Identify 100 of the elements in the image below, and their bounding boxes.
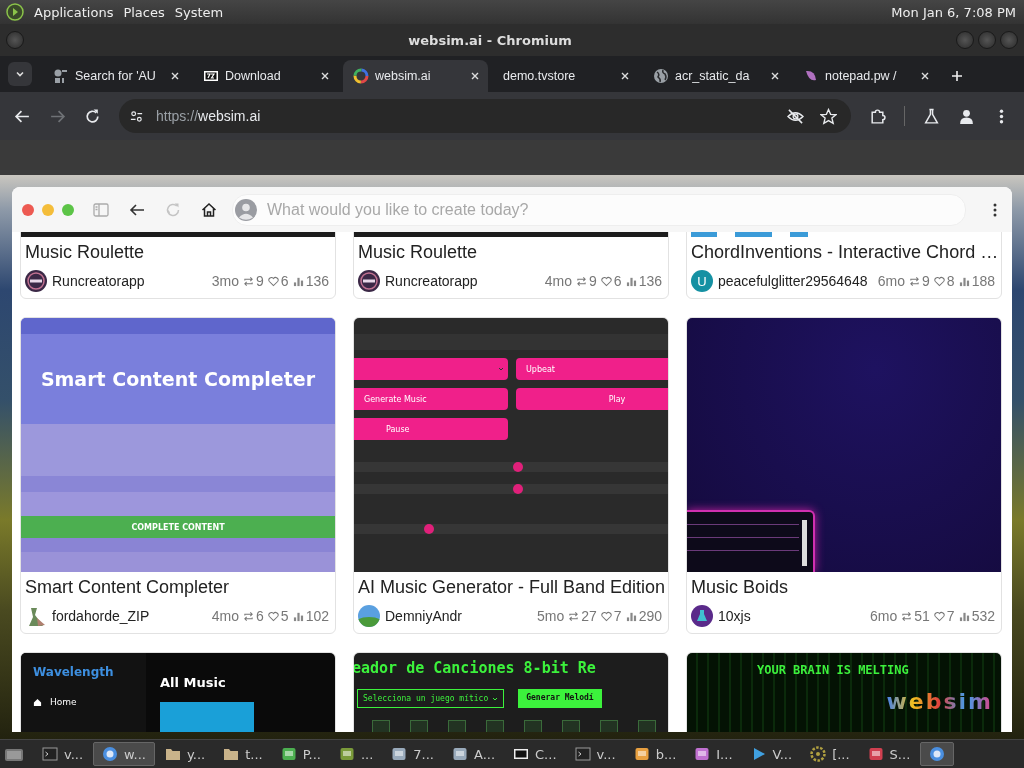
browser-tab[interactable]: Search for 'AU xyxy=(43,60,188,92)
close-icon[interactable] xyxy=(320,71,330,81)
browser-tab[interactable]: demo.tvstore xyxy=(493,60,638,92)
taskbar-item[interactable] xyxy=(920,742,955,766)
avatar: U xyxy=(691,270,713,292)
author-name[interactable]: Runcreatorapp xyxy=(385,273,478,289)
app-icon xyxy=(867,746,884,762)
author-name[interactable]: 10xjs xyxy=(718,608,751,624)
card-title[interactable]: Music Boids xyxy=(687,572,1001,602)
view-count: 290 xyxy=(638,608,662,624)
remix-count: 9 xyxy=(256,273,264,289)
taskbar-item[interactable]: 7... xyxy=(383,742,442,766)
flask-icon[interactable] xyxy=(923,107,940,125)
reload-icon[interactable] xyxy=(84,107,101,125)
card-title[interactable]: AI Music Generator - Full Band Edition xyxy=(354,572,668,602)
browser-tab[interactable]: notepad.pw / xyxy=(793,60,938,92)
clock[interactable]: Mon Jan 6, 7:08 PM xyxy=(891,4,1018,20)
project-card[interactable]: Music Boids 10xjs 6mo 51 7 532 xyxy=(686,317,1002,634)
bar-chart-icon xyxy=(292,610,304,622)
puzzle-icon[interactable] xyxy=(869,107,886,125)
author-name[interactable]: Runcreatorapp xyxy=(52,273,145,289)
taskbar-item[interactable]: t... xyxy=(215,742,271,766)
age-label: 6mo xyxy=(870,608,898,624)
address-bar[interactable]: https://websim.ai xyxy=(119,99,851,133)
app-icon xyxy=(633,746,650,762)
rainbow-circle-icon xyxy=(353,68,369,84)
tab-search-button[interactable] xyxy=(8,62,32,86)
taskbar-item[interactable]: C... xyxy=(505,742,565,766)
folder-icon xyxy=(164,746,181,762)
taskbar-item[interactable]: y... xyxy=(156,742,214,766)
star-icon[interactable] xyxy=(820,107,837,125)
close-icon[interactable] xyxy=(620,71,630,81)
profile-icon[interactable] xyxy=(958,107,975,125)
project-card[interactable]: YOUR BRAIN IS MELTING websim xyxy=(686,652,1002,732)
card-title[interactable]: Smart Content Completer xyxy=(21,572,335,602)
close-icon[interactable] xyxy=(170,71,180,81)
taskbar-item[interactable]: v... xyxy=(566,742,624,766)
prompt-input[interactable]: What would you like to create today? xyxy=(265,199,955,220)
globe-icon xyxy=(653,68,669,84)
taskbar-item[interactable]: b... xyxy=(625,742,685,766)
user-avatar-icon xyxy=(235,198,257,221)
remix-count: 9 xyxy=(589,273,597,289)
thumbnail-button: Generate Music xyxy=(354,388,508,410)
thumbnail-heading: YOUR BRAIN IS MELTING xyxy=(757,663,909,677)
minimize-dot[interactable] xyxy=(42,203,54,216)
author-name[interactable]: peacefulglitter29564648 xyxy=(718,273,868,289)
view-count: 136 xyxy=(638,273,662,289)
eye-off-icon[interactable] xyxy=(787,107,804,125)
thumbnail-button: Pause xyxy=(354,418,508,440)
browser-tab[interactable]: acr_static_da xyxy=(643,60,788,92)
project-card[interactable]: Upbeat Generate Music Play Pause AI Music Generator - Full Band Edition DemniyAndr 5mo 27 7 290 xyxy=(353,317,669,634)
card-title[interactable]: Music Roulette xyxy=(21,237,335,267)
bar-chart-icon xyxy=(958,610,970,622)
project-card[interactable]: Music Roulette Runcreatorapp 3mo 9 6 136 xyxy=(20,232,336,299)
new-tab-icon[interactable] xyxy=(951,70,963,82)
close-icon[interactable] xyxy=(920,71,930,81)
taskbar-item[interactable]: P... xyxy=(272,742,329,766)
taskbar-item[interactable]: v... xyxy=(34,742,92,766)
card-title[interactable]: ChordInventions - Interactive Chord … xyxy=(687,237,1001,267)
taskbar-item[interactable]: ... xyxy=(330,742,382,766)
view-count: 102 xyxy=(305,608,329,624)
avatar-icon xyxy=(358,270,380,292)
thumbnail-key xyxy=(486,720,504,732)
taskbar-item[interactable]: [... xyxy=(802,742,858,766)
close-dot[interactable] xyxy=(22,203,34,216)
thumbnail-nav-item: Home xyxy=(50,697,77,707)
panel-menu[interactable]: Places xyxy=(123,4,165,20)
browser-icon xyxy=(102,746,119,762)
taskbar-item[interactable]: A... xyxy=(444,742,504,766)
project-card[interactable]: Music Roulette Runcreatorapp 4mo 9 6 136 xyxy=(353,232,669,299)
close-icon[interactable] xyxy=(770,71,780,81)
panel-menu[interactable]: Applications xyxy=(34,4,114,20)
card-title[interactable]: Music Roulette xyxy=(354,237,668,267)
bar-chart-icon xyxy=(625,610,637,622)
bar-chart-icon xyxy=(625,275,637,287)
panel-menu[interactable]: System xyxy=(174,4,224,20)
taskbar-item[interactable]: V... xyxy=(742,742,801,766)
prompt-field[interactable]: What would you like to create today? xyxy=(232,193,966,226)
zoom-dot[interactable] xyxy=(62,203,74,216)
taskbar-item[interactable]: I... xyxy=(686,742,741,766)
home-icon[interactable] xyxy=(200,200,218,219)
like-count: 8 xyxy=(946,273,955,289)
taskbar-item[interactable]: w... xyxy=(93,742,155,766)
logo-icon[interactable] xyxy=(6,3,24,21)
taskbar-item[interactable]: S... xyxy=(859,742,919,766)
author-name[interactable]: fordahorde_ZIP xyxy=(52,608,150,624)
caret-icon xyxy=(498,366,504,372)
remix-count: 51 xyxy=(914,608,930,624)
remix-count: 6 xyxy=(256,608,264,624)
like-count: 5 xyxy=(280,608,289,624)
site-settings-icon[interactable] xyxy=(129,108,144,124)
project-card[interactable]: Smart Content Completer COMPLETE CONTENT Smart Content Completer fordahorde_ZIP 4mo 6 5 102 xyxy=(20,317,336,634)
heart-icon xyxy=(267,275,279,287)
author-name[interactable]: DemniyAndr xyxy=(385,608,463,624)
project-card[interactable]: Wavelength Home All Music xyxy=(20,652,336,732)
app-icon xyxy=(280,746,297,762)
project-card[interactable]: ChordInventions - Interactive Chord … U peacefulglitter29564648 6mo 9 8 188 xyxy=(686,232,1002,299)
close-icon[interactable] xyxy=(470,71,480,81)
browser-tab[interactable]: Download xyxy=(193,60,338,92)
browser-tab[interactable]: websim.ai xyxy=(343,60,488,92)
